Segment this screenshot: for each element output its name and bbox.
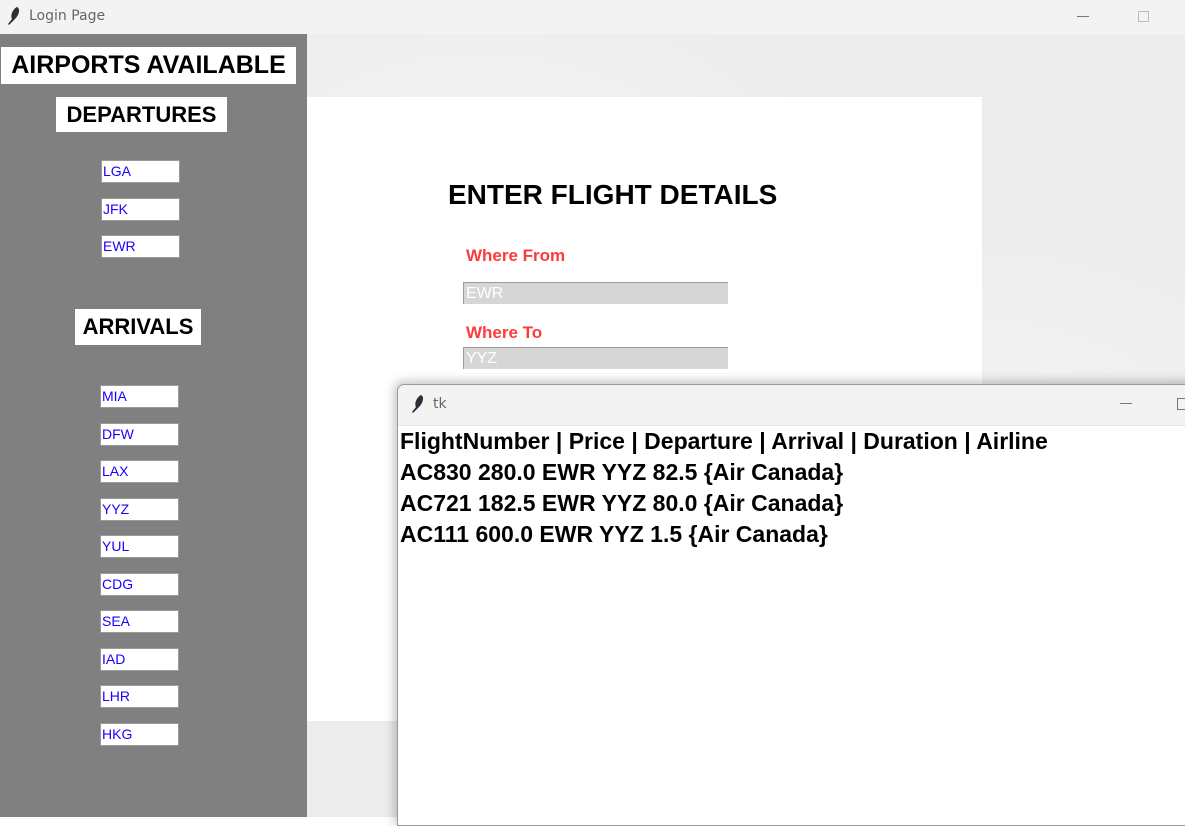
- maximize-button[interactable]: [1138, 11, 1149, 22]
- departure-airport-jfk: JFK: [101, 198, 180, 221]
- results-list: FlightNumber | Price | Departure | Arriv…: [400, 426, 1185, 550]
- arrival-airport-yul: YUL: [100, 535, 179, 558]
- where-from-input[interactable]: EWR: [463, 282, 728, 304]
- where-from-label: Where From: [466, 246, 566, 265]
- window-title: Login Page: [29, 8, 106, 24]
- result-line: AC721 182.5 EWR YYZ 80.0 {Air Canada}: [400, 490, 844, 516]
- arrival-airport-mia: MIA: [100, 385, 179, 408]
- results-minimize-button[interactable]: [1120, 403, 1132, 404]
- arrival-airport-hkg: HKG: [100, 723, 179, 746]
- airports-available-title: AIRPORTS AVAILABLE: [1, 47, 296, 84]
- results-window: tk FlightNumber | Price | Departure | Ar…: [397, 384, 1185, 826]
- departure-airport-ewr: EWR: [101, 235, 180, 258]
- results-window-title: tk: [433, 396, 447, 412]
- results-maximize-button[interactable]: [1177, 398, 1185, 410]
- arrival-airport-cdg: CDG: [100, 573, 179, 596]
- arrival-airport-yyz: YYZ: [100, 498, 179, 521]
- arrival-airport-dfw: DFW: [100, 423, 179, 446]
- arrivals-heading: ARRIVALS: [75, 309, 201, 345]
- results-title-bar: tk: [398, 385, 1185, 426]
- arrival-airport-iad: IAD: [100, 648, 179, 671]
- departure-airport-lga: LGA: [101, 160, 180, 183]
- feather-icon: [8, 7, 20, 25]
- where-to-label: Where To: [466, 323, 543, 342]
- result-line: AC830 280.0 EWR YYZ 82.5 {Air Canada}: [400, 459, 844, 485]
- feather-icon: [412, 395, 424, 413]
- airports-sidebar: AIRPORTS AVAILABLE DEPARTURES LGA JFK EW…: [0, 34, 307, 817]
- departures-heading: DEPARTURES: [56, 97, 227, 132]
- arrival-airport-sea: SEA: [100, 610, 179, 633]
- results-header-line: FlightNumber | Price | Departure | Arriv…: [400, 428, 1048, 454]
- result-line: AC111 600.0 EWR YYZ 1.5 {Air Canada}: [400, 521, 828, 547]
- arrival-airport-lax: LAX: [100, 460, 179, 483]
- where-to-input[interactable]: YYZ: [463, 347, 728, 369]
- minimize-button[interactable]: [1077, 16, 1089, 17]
- arrival-airport-lhr: LHR: [100, 685, 179, 708]
- form-title: ENTER FLIGHT DETAILS: [448, 179, 778, 210]
- main-title-bar: Login Page: [0, 0, 1185, 34]
